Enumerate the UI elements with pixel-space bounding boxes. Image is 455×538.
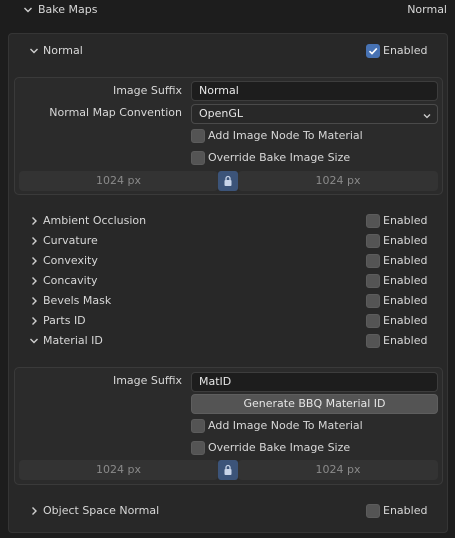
material-id-enabled-checkbox[interactable] xyxy=(366,334,380,348)
bake-height-field: 1024 px xyxy=(238,460,438,480)
normal-map-convention-label: Normal Map Convention xyxy=(49,106,182,119)
image-suffix-label: Image Suffix xyxy=(112,374,182,387)
map-enabled-checkbox[interactable] xyxy=(366,274,380,288)
bake-width-field: 1024 px xyxy=(19,171,218,191)
override-size-checkbox[interactable] xyxy=(191,441,205,455)
chevron-right-icon[interactable] xyxy=(28,295,40,307)
add-image-node-checkbox[interactable] xyxy=(191,129,205,143)
normal-map-convention-dropdown[interactable]: OpenGL xyxy=(191,104,438,124)
map-enabled-label: Enabled xyxy=(383,254,428,267)
map-label: Ambient Occlusion xyxy=(43,214,147,227)
bake-height-field: 1024 px xyxy=(238,171,438,191)
chevron-down-icon[interactable] xyxy=(28,335,40,347)
add-image-node-label: Add Image Node To Material xyxy=(208,419,363,432)
map-enabled-checkbox[interactable] xyxy=(366,254,380,268)
image-suffix-input[interactable]: Normal xyxy=(191,81,438,101)
map-label: Parts ID xyxy=(43,314,86,327)
map-enabled-label: Enabled xyxy=(383,214,428,227)
bake-maps-title: Bake Maps xyxy=(38,3,98,16)
override-size-checkbox[interactable] xyxy=(191,151,205,165)
add-image-node-label: Add Image Node To Material xyxy=(208,129,363,142)
normal-map-convention-value: OpenGL xyxy=(199,107,244,120)
bake-width-field: 1024 px xyxy=(19,460,218,480)
map-enabled-checkbox[interactable] xyxy=(366,314,380,328)
chevron-right-icon[interactable] xyxy=(28,275,40,287)
material-id-title: Material ID xyxy=(43,334,103,347)
chevron-right-icon[interactable] xyxy=(28,235,40,247)
lock-icon[interactable] xyxy=(218,460,238,480)
active-map-name: Normal xyxy=(407,3,447,16)
lock-icon[interactable] xyxy=(218,171,238,191)
map-enabled-label: Enabled xyxy=(383,234,428,247)
map-label: Concavity xyxy=(43,274,98,287)
chevron-right-icon[interactable] xyxy=(28,255,40,267)
chevron-right-icon[interactable] xyxy=(28,315,40,327)
generate-material-id-button[interactable]: Generate BBQ Material ID xyxy=(191,394,438,414)
add-image-node-checkbox[interactable] xyxy=(191,419,205,433)
chevron-down-icon xyxy=(422,109,432,127)
chevron-down-icon[interactable] xyxy=(28,45,40,57)
override-size-label: Override Bake Image Size xyxy=(208,441,351,454)
chevron-down-icon[interactable] xyxy=(22,4,34,16)
map-label: Convexity xyxy=(43,254,98,267)
map-enabled-label: Enabled xyxy=(383,294,428,307)
normal-section-title: Normal xyxy=(43,44,83,57)
chevron-right-icon[interactable] xyxy=(28,215,40,227)
map-enabled-checkbox[interactable] xyxy=(366,294,380,308)
map-enabled-label: Enabled xyxy=(383,274,428,287)
map-enabled-checkbox[interactable] xyxy=(366,234,380,248)
image-suffix-label: Image Suffix xyxy=(112,84,182,97)
override-size-label: Override Bake Image Size xyxy=(208,151,351,164)
object-space-normal-enabled-label: Enabled xyxy=(383,504,428,517)
normal-enabled-checkbox[interactable] xyxy=(366,44,380,58)
map-enabled-checkbox[interactable] xyxy=(366,214,380,228)
map-label: Bevels Mask xyxy=(43,294,112,307)
normal-enabled-label: Enabled xyxy=(383,44,428,57)
object-space-normal-checkbox[interactable] xyxy=(366,504,380,518)
object-space-normal-title: Object Space Normal xyxy=(43,504,160,517)
material-id-enabled-label: Enabled xyxy=(383,334,428,347)
chevron-right-icon[interactable] xyxy=(28,505,40,517)
map-label: Curvature xyxy=(43,234,98,247)
map-enabled-label: Enabled xyxy=(383,314,428,327)
image-suffix-input[interactable]: MatID xyxy=(191,372,438,392)
